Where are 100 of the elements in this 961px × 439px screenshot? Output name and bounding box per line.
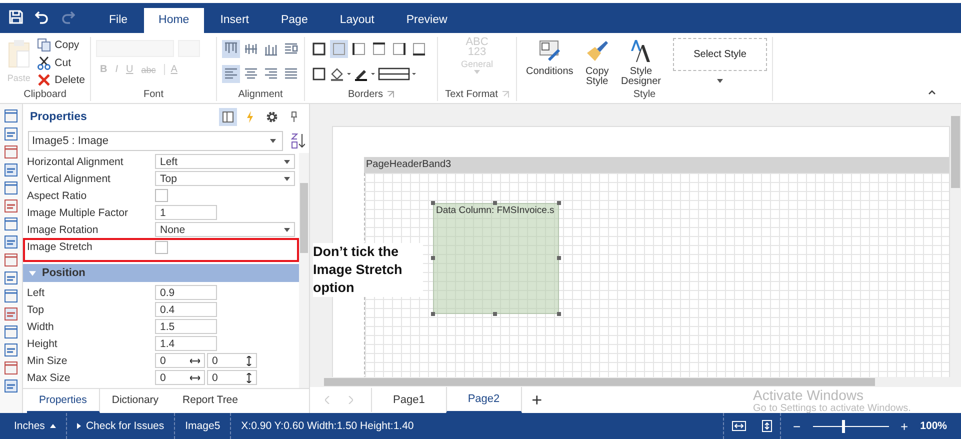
property-label: Image Multiple Factor [27,206,129,218]
resize-handle[interactable] [431,201,435,205]
size-input[interactable]: 0 [207,353,257,368]
checkbox[interactable] [155,189,168,202]
resize-handle[interactable] [557,312,561,316]
panel-icon [222,110,234,122]
copy-style-button[interactable]: Copy Style [577,37,617,88]
zoom-in-button[interactable]: + [900,418,908,434]
border-bottom-button[interactable] [410,40,428,58]
component-icon[interactable] [4,145,18,159]
property-dropdown[interactable]: None [155,222,295,237]
cut-button[interactable]: Cut [36,54,85,70]
units-dropdown[interactable]: Inches [0,413,67,439]
scissors-icon [36,56,51,70]
component-icon[interactable] [4,361,18,375]
component-icon[interactable] [4,163,18,177]
align-center-icon [244,67,258,81]
check-issues-button[interactable]: Check for Issues [66,413,176,439]
caret-icon[interactable] [717,79,723,83]
conditions-button[interactable]: Conditions [522,37,578,88]
property-input[interactable]: 0.4 [155,302,217,317]
component-icon[interactable] [4,379,18,393]
size-input[interactable]: 0 [207,370,257,385]
component-icon[interactable] [4,181,18,195]
collapse-ribbon-icon[interactable] [928,90,936,95]
resize-handle[interactable] [557,201,561,205]
panel-tab[interactable]: Report Tree [170,389,250,413]
group-label: Text Format [445,88,498,101]
checkbox[interactable] [155,241,168,254]
property-input[interactable]: 1.4 [155,336,217,351]
menu-tab[interactable]: Page [264,8,324,33]
grid-view-button[interactable] [219,108,237,126]
fit-width-icon[interactable] [732,421,746,431]
property-input[interactable]: 1 [155,205,217,220]
component-icon[interactable] [4,199,18,213]
caret-icon [474,70,480,74]
menu-tab[interactable]: Insert [204,8,265,33]
add-page-button[interactable]: + [532,390,542,410]
component-icon[interactable] [4,235,18,249]
align-left-button[interactable] [222,65,240,83]
panel-tab[interactable]: Dictionary [100,389,171,413]
page-tab[interactable]: Page1 [371,388,446,412]
align-middle-icon [244,42,258,56]
component-icon[interactable] [4,271,18,285]
align-justify-icon [284,67,298,81]
component-icon[interactable] [4,109,18,123]
resize-handle[interactable] [557,256,561,260]
component-icon[interactable] [4,289,18,303]
undo-icon[interactable] [35,10,49,24]
property-dropdown[interactable]: Left [155,154,295,169]
menu-tab[interactable]: Home [144,8,204,33]
paint-bucket-icon [330,67,352,81]
save-icon[interactable] [9,10,23,24]
copy-button[interactable]: Copy [36,37,85,53]
property-dropdown[interactable]: Top [155,171,295,186]
vertical-arrows-icon [246,356,252,366]
designer-button[interactable]: Style Designer [616,37,665,88]
resize-handle[interactable] [431,256,435,260]
section-header[interactable]: Position [23,264,299,282]
size-input[interactable]: 0 [155,370,205,385]
component-icon[interactable] [4,217,18,231]
resize-handle[interactable] [493,312,497,316]
delete-button[interactable]: Delete [36,72,85,88]
property-input[interactable]: 1.5 [155,319,217,334]
resize-handle[interactable] [431,312,435,316]
border-outline-button[interactable] [310,65,328,83]
align-top-button[interactable] [222,40,240,58]
scrollbar[interactable] [299,153,309,388]
component-dropdown[interactable]: Image5 : Image [28,131,283,151]
border-left-button[interactable] [350,40,368,58]
menu-tab[interactable]: Preview [390,8,464,33]
zoom-out-button[interactable]: − [792,418,801,434]
component-icon[interactable] [4,307,18,321]
caret-icon [270,139,276,143]
border-top-button[interactable] [370,40,388,58]
component-icon[interactable] [4,253,18,267]
property-label: Aspect Ratio [27,190,88,202]
property-label: Top [27,304,45,316]
image-component[interactable]: Data Column: FMSInvoice.s [433,203,559,314]
component-icon[interactable] [4,343,18,357]
resize-handle[interactable] [493,201,497,205]
fit-page-icon[interactable] [762,420,772,432]
menu-tab[interactable]: Layout [324,8,390,33]
border-left-icon [352,42,366,56]
border-right-button[interactable] [390,40,408,58]
vertical-arrows-icon [246,372,252,382]
property-input[interactable]: 0.9 [155,285,217,300]
section-title: Position [42,267,86,279]
menu-tab[interactable]: File [93,8,144,33]
clipboard-icon [6,39,31,69]
component-icon[interactable] [4,325,18,339]
border-all-button[interactable] [310,40,328,58]
size-input[interactable]: 0 [155,353,205,368]
border-bottom-icon [412,42,426,56]
sort-icon[interactable] [291,133,305,149]
component-icon[interactable] [4,127,18,141]
property-label: Vertical Alignment [27,172,112,184]
select-style-dropdown[interactable]: Select Style [673,38,767,71]
dialog-launcher-icon[interactable] [387,91,394,98]
border-style-button[interactable] [378,65,418,83]
